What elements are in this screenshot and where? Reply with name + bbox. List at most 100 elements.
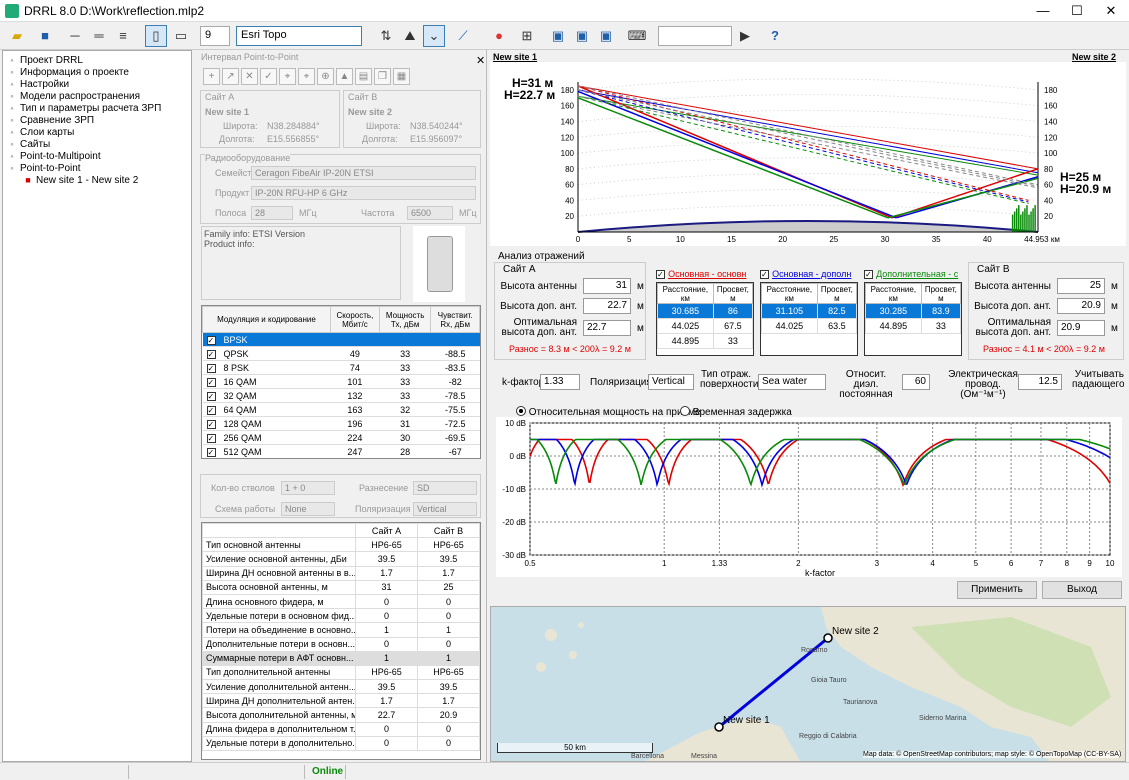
target-icon[interactable]: ⊕ [317, 68, 334, 85]
property-row[interactable]: Высота дополнительной антенны, м 22.7 20.9 [202, 707, 480, 723]
tree-item[interactable]: ◦ Point-to-Point [7, 162, 80, 174]
modulation-checkbox[interactable]: ✓ [206, 377, 216, 387]
apply-button[interactable]: Применить [957, 581, 1037, 599]
maximize-button[interactable]: ☐ [1060, 0, 1094, 22]
modulation-row[interactable]: ✓ 256 QAM 224 30 -69.5 [202, 430, 480, 445]
map-view[interactable]: New site 1 New site 2 Rosarno Gioia Taur… [490, 606, 1126, 762]
modulation-checkbox[interactable]: ✓ [206, 433, 216, 443]
property-row[interactable]: Удельные потери в основном фид... 0 0 [202, 608, 480, 624]
tree-item[interactable]: ■ New site 1 - New site 2 [23, 174, 138, 186]
save-icon[interactable]: ■ [34, 25, 56, 47]
t3-title[interactable]: Дополнительная - с [876, 269, 958, 279]
property-row[interactable]: Усиление основной антенны, дБи 39.5 39.5 [202, 551, 480, 567]
modulation-row[interactable]: ✓ 64 QAM 163 32 -75.5 [202, 402, 480, 417]
property-row[interactable]: Удельные потери в дополнительно... 0 0 [202, 735, 480, 752]
keyboard-icon[interactable]: ⌨ [626, 25, 648, 47]
modulation-checkbox[interactable]: ✓ [206, 335, 216, 345]
site-2-marker[interactable] [823, 633, 833, 643]
terrain-icon[interactable]: ▲ [336, 68, 353, 85]
line-icon[interactable]: ─ [64, 25, 86, 47]
search-input[interactable] [658, 26, 732, 46]
tree-item[interactable]: ◦ Сайты [7, 138, 50, 150]
pin-settings-icon[interactable]: ⌖ [298, 68, 315, 85]
copy-icon[interactable]: ❐ [374, 68, 391, 85]
modulation-checkbox[interactable]: ✓ [206, 447, 216, 457]
profile-icon[interactable]: ⇅ [375, 25, 397, 47]
reflection-row[interactable]: 31.105 82.5 [761, 303, 857, 319]
layout-horizontal-icon[interactable]: ▭ [170, 25, 192, 47]
modulation-checkbox[interactable]: ✓ [206, 405, 216, 415]
property-row[interactable]: Длина фидера в дополнительном т... 0 0 [202, 721, 480, 737]
tree-item[interactable]: ◦ Настройки [7, 78, 69, 90]
site-b-opt-select[interactable]: 20.9 [1057, 320, 1105, 336]
modulation-row[interactable]: ✓1024 QAM Strong26227-64 [203, 459, 480, 460]
lines-icon[interactable]: ═ [88, 25, 110, 47]
plus-icon[interactable]: + [203, 68, 220, 85]
modulation-checkbox[interactable]: ✓ [206, 363, 216, 373]
export-pdf-icon[interactable]: ▣ [571, 25, 593, 47]
export-html-icon[interactable]: ▣ [595, 25, 617, 47]
property-row[interactable]: Ширина ДН дополнительной антен... 1.7 1.7 [202, 693, 480, 709]
dielectric-input[interactable]: 60 [902, 374, 930, 390]
reflection-row[interactable]: 30.685 86 [657, 303, 753, 319]
site-1-marker[interactable] [714, 722, 724, 732]
site-a-opt-select[interactable]: 22.7 [583, 320, 631, 336]
product-select[interactable]: IP-20N RFU-HP 6 GHz [251, 186, 476, 200]
modulation-checkbox[interactable]: ✓ [206, 391, 216, 401]
reflection-row[interactable]: 44.895 33 [865, 318, 961, 334]
property-row[interactable]: Дополнительные потери в основн... 0 0 [202, 636, 480, 652]
modulation-checkbox[interactable]: ✓ [206, 419, 216, 429]
delete-icon[interactable]: ✕ [241, 68, 258, 85]
site-b-add-input[interactable]: 20.9 [1057, 298, 1105, 314]
kfactor-select[interactable]: 1.33 [540, 374, 580, 390]
minimize-button[interactable]: — [1026, 0, 1060, 22]
document-icon[interactable]: ▤ [355, 68, 372, 85]
add-icon[interactable]: ⊞ [516, 25, 538, 47]
close-button[interactable]: ✕ [1094, 0, 1128, 22]
panel-close-icon[interactable]: ✕ [476, 54, 485, 67]
site-a-add-input[interactable]: 22.7 [583, 298, 631, 314]
pol-select[interactable]: Vertical [648, 374, 694, 390]
trunks-select[interactable]: 1 + 0 [281, 481, 335, 495]
modulation-checkbox[interactable]: ✓ [206, 349, 216, 359]
tree-item[interactable]: ◦ Point-to-Multipoint [7, 150, 100, 162]
site-b-ant-input[interactable]: 25 [1057, 278, 1105, 294]
tree-item[interactable]: ◦ Слои карты [7, 126, 74, 138]
modulation-row[interactable]: ✓ 128 QAM 196 31 -72.5 [202, 416, 480, 431]
exit-button[interactable]: Выход [1042, 581, 1122, 599]
band-select[interactable]: 28 [251, 206, 293, 220]
t1-title[interactable]: Основная - основн [668, 269, 746, 279]
config-pol-select[interactable]: Vertical [413, 502, 477, 516]
profile-tab-site-1[interactable]: New site 1 [493, 52, 537, 62]
freq-input[interactable]: 6500 [407, 206, 453, 220]
t2-title[interactable]: Основная - дополн [772, 269, 851, 279]
modulation-row[interactable]: ✓ 16 QAM 101 33 -82 [202, 374, 480, 389]
t2-checkbox[interactable]: ✓ [760, 270, 769, 279]
check-icon[interactable]: ✓ [260, 68, 277, 85]
tree-item[interactable]: ◦ Модели распространения [7, 90, 140, 102]
report-icon[interactable]: ▦ [393, 68, 410, 85]
modulation-row[interactable]: ✓ 8 PSK 74 33 -83.5 [202, 360, 480, 375]
family-select[interactable]: Ceragon FibeAir IP-20N ETSI [251, 166, 476, 180]
reflection-row[interactable]: 44.025 63.5 [761, 318, 857, 334]
colors-icon[interactable]: ● [488, 25, 510, 47]
ruler-icon[interactable]: ⟋ [452, 25, 474, 47]
property-row[interactable]: Высота основной антенны, м 31 25 [202, 579, 480, 595]
terrain-icon[interactable]: ⛰ [399, 25, 421, 47]
reflection-row[interactable]: 44.895 33 [657, 333, 753, 349]
modulation-row[interactable]: ✓ QPSK 49 33 -88.5 [202, 346, 480, 361]
t1-checkbox[interactable]: ✓ [656, 270, 665, 279]
property-row[interactable]: Потери на объединение в основно... 1 1 [202, 622, 480, 638]
play-icon[interactable]: ▶ [734, 25, 756, 47]
layout-vertical-icon[interactable]: ▯ [145, 25, 167, 47]
modulation-row[interactable]: ✓ BPSK [202, 332, 480, 347]
zoom-select[interactable]: 9 [200, 26, 230, 46]
open-folder-icon[interactable]: ▰ [6, 25, 28, 47]
arrow-icon[interactable]: ↗ [222, 68, 239, 85]
tree-item[interactable]: ◦ Проект DRRL [7, 54, 83, 66]
map-style-select[interactable]: Esri Topo [236, 26, 362, 46]
property-row[interactable]: Ширина ДН основной антенны в в... 1.7 1.7 [202, 565, 480, 581]
property-row[interactable]: Усиление дополнительной антенн... 39.5 39.… [202, 679, 480, 695]
pin-icon[interactable]: ⌖ [279, 68, 296, 85]
conductivity-input[interactable]: 12.5 [1018, 374, 1062, 390]
